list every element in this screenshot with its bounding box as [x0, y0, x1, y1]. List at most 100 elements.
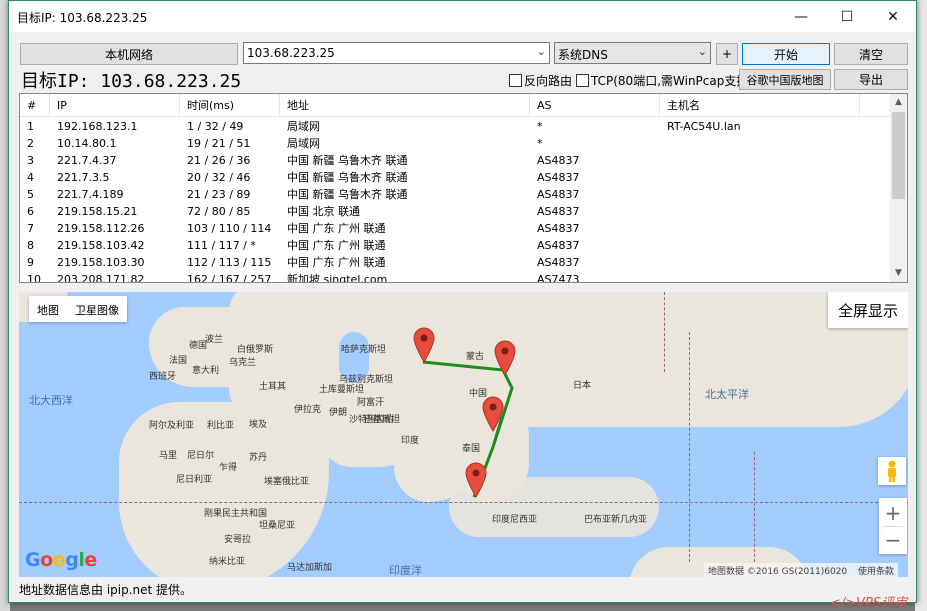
table-cell	[660, 203, 860, 220]
table-cell: 8	[27, 239, 34, 252]
street-view-pegman-icon[interactable]	[878, 457, 906, 485]
zoom-in-button[interactable]: +	[885, 500, 902, 526]
maximize-button[interactable]: ☐	[824, 1, 870, 32]
clear-button[interactable]: 清空	[834, 43, 908, 65]
site-watermark: </>VPS评审	[830, 596, 908, 611]
table-row[interactable]: 10 203.208.171.82 162 / 167 / 257 新加坡 singt…	[20, 271, 890, 283]
table-row[interactable]: 9 219.158.103.30 112 / 113 / 115 中国 广东 广州 联…	[20, 254, 890, 271]
table-cell: 6	[27, 205, 34, 218]
table-row[interactable]: 4 221.7.3.5 20 / 32 / 46 中国 新疆 乌鲁木齐 联通 AS483…	[20, 169, 890, 186]
table-cell	[660, 169, 860, 186]
table-cell	[660, 186, 860, 203]
col-address[interactable]: 地址	[280, 94, 530, 116]
scroll-thumb[interactable]	[892, 112, 905, 199]
table-row[interactable]: 5 221.7.4.189 21 / 23 / 89 中国 新疆 乌鲁木齐 联通 AS4…	[20, 186, 890, 203]
table-cell: 3	[27, 154, 34, 167]
fullscreen-button[interactable]: 全屏显示	[828, 292, 908, 328]
table-cell: 192.168.123.1	[57, 120, 138, 133]
table-row[interactable]: 7 219.158.112.26 103 / 110 / 114 中国 广东 广州 联…	[20, 220, 890, 237]
table-cell: 21 / 26 / 36	[187, 154, 251, 167]
table-cell: 10	[27, 273, 41, 283]
table-cell: 103 / 110 / 114	[187, 222, 272, 235]
col-ip[interactable]: IP	[50, 94, 180, 116]
map-attribution: 地图数据 ©2016 GS(2011)6020 使用条款	[704, 563, 899, 577]
traceroute-window: 目标IP: 103.68.223.25 — ☐ ✕ 本机网络 103.68.22…	[8, 0, 917, 603]
col-time[interactable]: 时间(ms)	[180, 94, 280, 116]
table-cell: AS4837	[537, 154, 580, 167]
col-as[interactable]: AS	[530, 94, 660, 116]
table-cell: 中国 广东 广州 联通	[287, 239, 386, 252]
reverse-route-checkbox[interactable]: 反向路由	[509, 72, 572, 89]
tcp-checkbox[interactable]: TCP(80端口,需WinPcap支持)	[576, 72, 753, 89]
col-index[interactable]: #	[20, 94, 50, 116]
table-cell: 112 / 113 / 115	[187, 256, 272, 269]
table-cell: 中国 新疆 乌鲁木齐 联通	[287, 154, 408, 167]
map-type-satellite[interactable]: 卫星图像	[75, 302, 119, 318]
table-cell: 219.158.112.26	[57, 222, 145, 235]
target-input[interactable]: 103.68.223.25 ⌄	[243, 42, 550, 64]
table-cell: RT-AC54U.lan	[667, 120, 741, 133]
table-cell: 7	[27, 222, 34, 235]
table-row[interactable]: 8 219.158.103.42 111 / 117 / * 中国 广东 广州 联通 A…	[20, 237, 890, 254]
map-pin-icon[interactable]	[413, 327, 435, 363]
checkbox-box[interactable]	[509, 74, 522, 87]
title-bar[interactable]: 目标IP: 103.68.223.25 — ☐ ✕	[9, 1, 916, 32]
route-map[interactable]: 北大西洋 北太平洋 印度洋 哈萨克斯坦 蒙古 中国 日本 印度 泰国 印度尼西亚…	[19, 292, 908, 577]
map-pin-icon[interactable]	[494, 340, 516, 376]
local-network-button[interactable]: 本机网络	[20, 43, 238, 65]
zoom-out-button[interactable]: −	[885, 527, 902, 553]
zoom-control: + −	[879, 498, 907, 554]
google-china-map-button[interactable]: 谷歌中国版地图	[739, 69, 831, 90]
table-cell: 10.14.80.1	[57, 137, 117, 150]
table-row[interactable]: 1 192.168.123.1 1 / 32 / 49 局域网 * RT-AC54U.la…	[20, 118, 890, 135]
col-hostname[interactable]: 主机名	[660, 94, 860, 116]
chevron-down-icon[interactable]: ⌄	[537, 45, 546, 58]
table-cell: 19 / 21 / 51	[187, 137, 251, 150]
table-row[interactable]: 2 10.14.80.1 19 / 21 / 51 局域网 *	[20, 135, 890, 152]
table-scrollbar[interactable]: ▲ ▼	[890, 94, 907, 282]
close-button[interactable]: ✕	[870, 1, 916, 32]
table-cell: AS4837	[537, 256, 580, 269]
start-button[interactable]: 开始	[742, 43, 830, 65]
table-cell: 72 / 80 / 85	[187, 205, 251, 218]
route-svg	[422, 360, 514, 498]
table-cell: 中国 北京 联通	[287, 205, 360, 218]
table-cell	[660, 135, 860, 152]
scroll-up-icon[interactable]: ▲	[890, 94, 907, 111]
target-input-value: 103.68.223.25	[247, 46, 335, 60]
table-cell: 203.208.171.82	[57, 273, 145, 283]
chevron-down-icon[interactable]: ⌄	[698, 45, 707, 58]
data-source-footer: 地址数据信息由 ipip.net 提供。	[19, 583, 193, 597]
table-cell: 111 / 117 / *	[187, 239, 256, 252]
table-row[interactable]: 3 221.7.4.37 21 / 26 / 36 中国 新疆 乌鲁木齐 联通 AS48…	[20, 152, 890, 169]
terms-link[interactable]: 使用条款	[858, 567, 894, 577]
table-cell: 1 / 32 / 49	[187, 120, 244, 133]
table-cell: AS4837	[537, 188, 580, 201]
map-pin-icon[interactable]	[482, 396, 504, 432]
table-cell: 中国 新疆 乌鲁木齐 联通	[287, 171, 408, 184]
table-cell: 219.158.103.42	[57, 239, 145, 252]
table-cell	[660, 271, 860, 282]
map-type-map[interactable]: 地图	[37, 302, 59, 318]
table-cell: 局域网	[287, 120, 320, 133]
table-cell: 221.7.3.5	[57, 171, 110, 184]
table-cell: 221.7.4.189	[57, 188, 124, 201]
table-cell: AS7473	[537, 273, 580, 283]
dns-select[interactable]: 系统DNS ⌄	[554, 42, 711, 64]
scroll-down-icon[interactable]: ▼	[890, 265, 907, 282]
target-ip-heading: 目标IP: 103.68.223.25	[21, 71, 242, 92]
table-cell: AS4837	[537, 171, 580, 184]
table-cell: 21 / 23 / 89	[187, 188, 251, 201]
table-row[interactable]: 6 219.158.15.21 72 / 80 / 85 中国 北京 联通 AS4837	[20, 203, 890, 220]
export-button[interactable]: 导出	[834, 69, 908, 90]
table-cell: 4	[27, 171, 34, 184]
table-cell: 2	[27, 137, 34, 150]
table-cell: 219.158.103.30	[57, 256, 145, 269]
add-dns-button[interactable]: +	[716, 43, 738, 65]
dns-select-value: 系统DNS	[558, 48, 608, 62]
map-pin-icon[interactable]	[465, 462, 487, 498]
minimize-button[interactable]: —	[778, 1, 824, 32]
google-logo[interactable]: Google	[25, 549, 97, 571]
checkbox-box[interactable]	[576, 74, 589, 87]
reverse-route-label: 反向路由	[524, 74, 573, 88]
